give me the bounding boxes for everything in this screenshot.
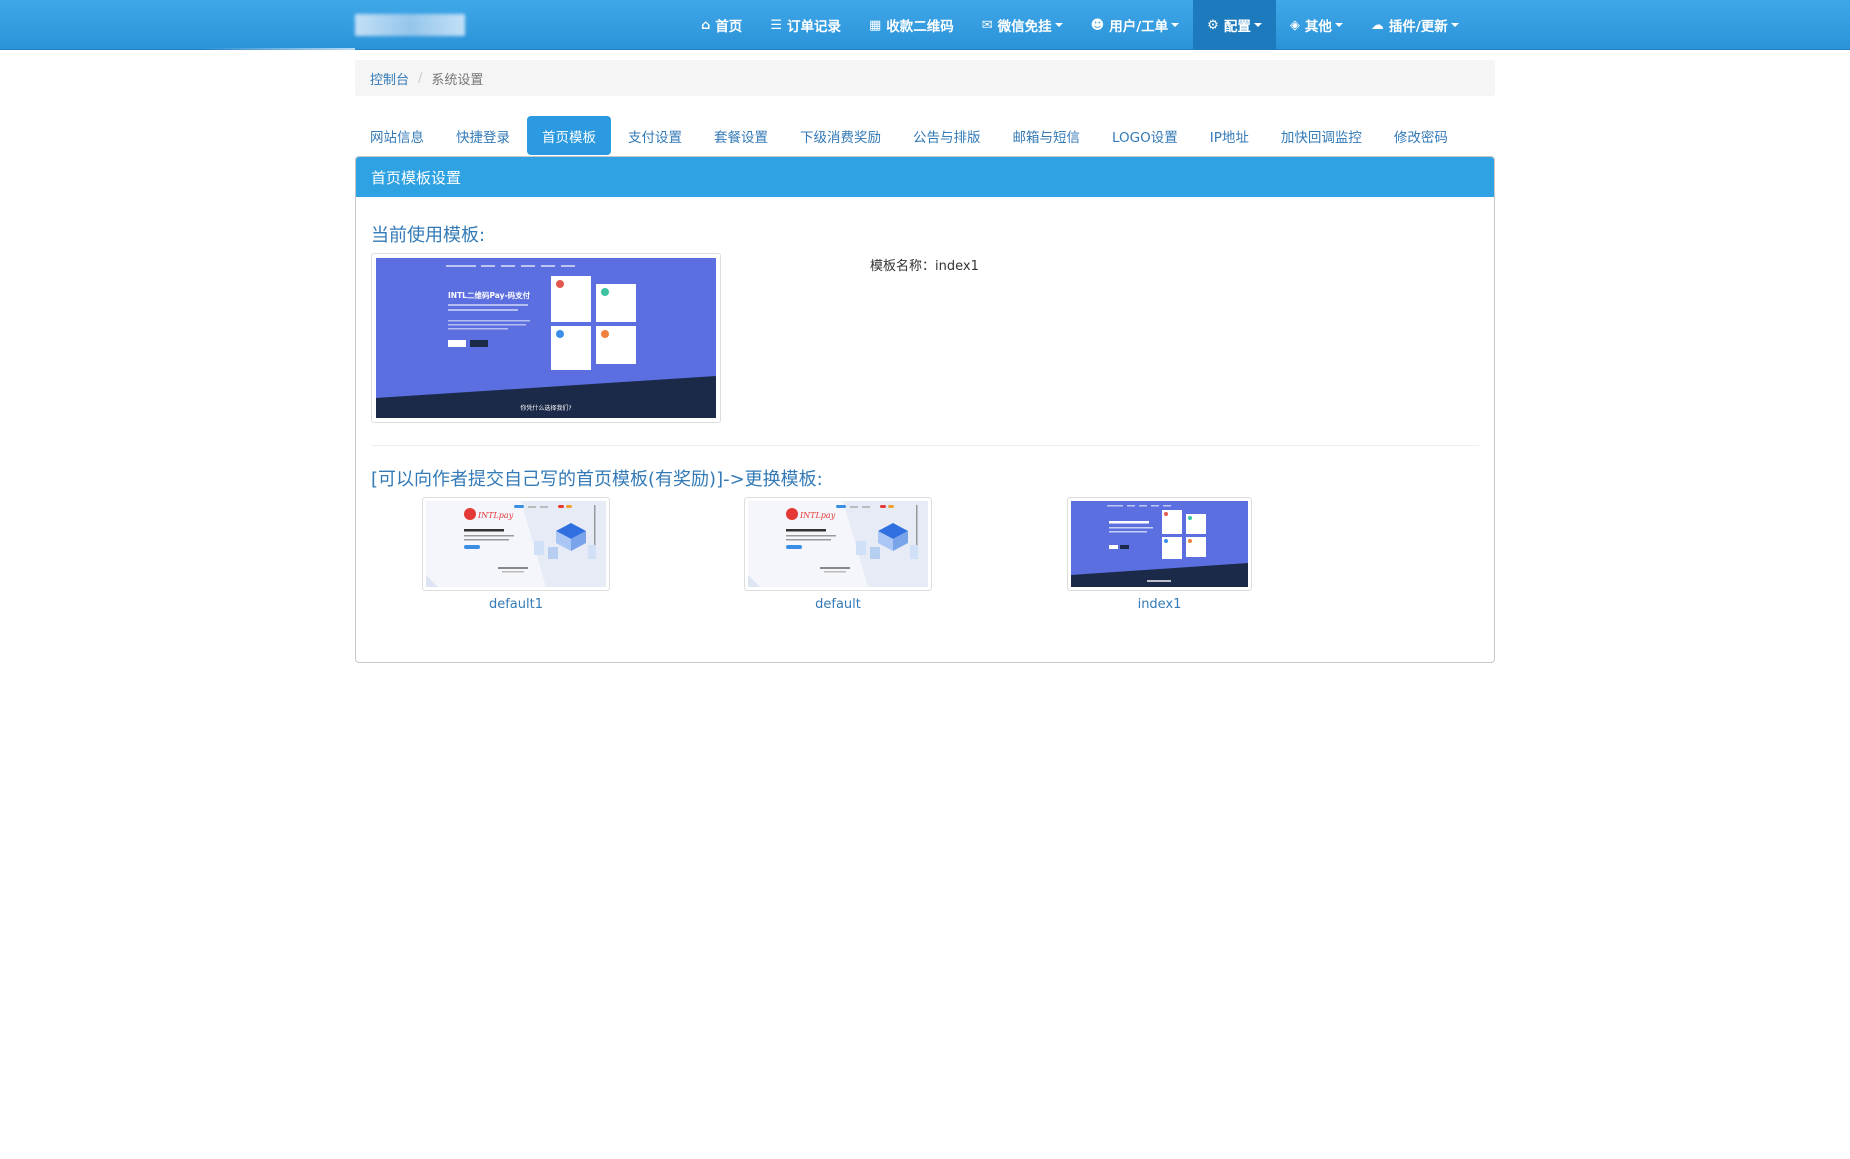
template-name-label: 模板名称：index1 bbox=[870, 259, 979, 274]
breadcrumb-current: 系统设置 bbox=[431, 72, 484, 88]
tab-2[interactable]: 首页模板 bbox=[527, 116, 611, 155]
home-icon: ⌂ bbox=[701, 17, 711, 33]
nav-item-label: 插件/更新 bbox=[1388, 19, 1448, 35]
tab-5[interactable]: 下级消费奖励 bbox=[785, 116, 896, 155]
nav-item-label: 用户/工单 bbox=[1109, 19, 1169, 35]
caret-down-icon bbox=[1171, 23, 1180, 27]
nav-item-label: 收款二维码 bbox=[886, 19, 954, 35]
nav-item-wechat[interactable]: ✉ 微信免挂 bbox=[968, 0, 1077, 50]
tab-11[interactable]: 修改密码 bbox=[1379, 116, 1463, 155]
list-icon: ☰ bbox=[770, 17, 782, 33]
index1-small-preview-image bbox=[1071, 501, 1248, 587]
current-template-preview: INTL二维码Pay-码支付 你凭什么选择我们? bbox=[371, 253, 721, 423]
tab-10[interactable]: 加快回调监控 bbox=[1266, 116, 1377, 155]
nav-item-label: 其他 bbox=[1304, 19, 1332, 35]
template-thumbnail[interactable] bbox=[1067, 497, 1252, 591]
template-label-index1[interactable]: index1 bbox=[1067, 597, 1252, 612]
tab-4[interactable]: 套餐设置 bbox=[699, 116, 783, 155]
template-thumbnail[interactable]: INTLpay bbox=[744, 497, 932, 591]
caret-down-icon bbox=[1334, 23, 1343, 27]
section-divider bbox=[371, 445, 1479, 446]
nav-item-label: 配置 bbox=[1223, 19, 1251, 35]
default-preview-image: INTLpay bbox=[748, 501, 928, 587]
nav-item-cube[interactable]: ◈ 其他 bbox=[1276, 0, 1357, 50]
settings-tabs: 网站信息 快捷登录 首页模板 支付设置 套餐设置 下级消费奖励 公告与排版 邮箱与短信 LOGO… bbox=[355, 116, 1465, 156]
template-thumbnail[interactable]: INTLpay bbox=[422, 497, 610, 591]
template-choice-default[interactable]: INTLpay default bbox=[744, 497, 932, 612]
template-choice-default1[interactable]: INTLpay default1 bbox=[422, 497, 610, 612]
panel-title: 首页模板设置 bbox=[356, 157, 1494, 197]
nav-item-label: 微信免挂 bbox=[997, 19, 1052, 35]
preview-brand: INTLpay bbox=[477, 511, 514, 520]
tab-0[interactable]: 网站信息 bbox=[355, 116, 439, 155]
template-label-default1[interactable]: default1 bbox=[422, 597, 610, 612]
change-template-heading: [可以向作者提交自己写的首页模板(有奖励)]->更换模板: bbox=[371, 469, 823, 490]
preview-brand: INTLpay bbox=[799, 511, 836, 520]
breadcrumb-home-link[interactable]: 控制台 bbox=[370, 69, 409, 88]
preview-footer-text: 你凭什么选择我们? bbox=[520, 404, 571, 412]
nav-item-gear[interactable]: ⚙ 配置 bbox=[1193, 0, 1276, 50]
wechat-icon: ✉ bbox=[981, 17, 993, 33]
gear-icon: ⚙ bbox=[1207, 17, 1219, 33]
nav-item-qrcode[interactable]: ▦ 收款二维码 bbox=[855, 0, 968, 50]
breadcrumb-separator: / bbox=[418, 70, 423, 86]
current-template-heading: 当前使用模板: bbox=[371, 225, 486, 246]
tab-7[interactable]: 邮箱与短信 bbox=[998, 116, 1096, 155]
nav-item-cloud[interactable]: ☁ 插件/更新 bbox=[1357, 0, 1473, 50]
navbar-highlight bbox=[200, 48, 355, 50]
top-navbar: ⌂ 首页 ☰ 订单记录 ▦ 收款二维码 ✉ 微信免挂 ☻ 用户/工单 ⚙ 配置 ◈ 其他 ☁ 插件/更新 bbox=[0, 0, 1850, 50]
tab-1[interactable]: 快捷登录 bbox=[441, 116, 525, 155]
preview-hero-title: INTL二维码Pay-码支付 bbox=[448, 290, 531, 300]
index1-preview-image: INTL二维码Pay-码支付 你凭什么选择我们? bbox=[376, 258, 716, 418]
site-logo[interactable] bbox=[355, 14, 465, 36]
tab-3[interactable]: 支付设置 bbox=[613, 116, 697, 155]
caret-down-icon bbox=[1054, 23, 1063, 27]
caret-down-icon bbox=[1450, 23, 1459, 27]
nav-item-user[interactable]: ☻ 用户/工单 bbox=[1077, 0, 1194, 50]
tab-9[interactable]: IP地址 bbox=[1195, 116, 1264, 155]
nav-item-label: 首页 bbox=[715, 19, 743, 35]
template-settings-panel: 首页模板设置 当前使用模板: INTL二维码Pay-码支付 你凭什么选择我们? … bbox=[355, 156, 1495, 663]
cube-icon: ◈ bbox=[1289, 17, 1300, 33]
template-label-default[interactable]: default bbox=[744, 597, 932, 612]
nav-item-list[interactable]: ☰ 订单记录 bbox=[756, 0, 855, 50]
nav-item-home[interactable]: ⌂ 首页 bbox=[687, 0, 756, 50]
tab-8[interactable]: LOGO设置 bbox=[1097, 116, 1193, 155]
user-icon: ☻ bbox=[1090, 17, 1105, 33]
tab-6[interactable]: 公告与排版 bbox=[898, 116, 996, 155]
panel-body: 当前使用模板: INTL二维码Pay-码支付 你凭什么选择我们? 模板名称：in… bbox=[356, 197, 1494, 662]
qrcode-icon: ▦ bbox=[868, 17, 882, 33]
nav-item-label: 订单记录 bbox=[786, 19, 841, 35]
cloud-icon: ☁ bbox=[1370, 17, 1384, 33]
template-choice-index1[interactable]: index1 bbox=[1067, 497, 1252, 612]
main-nav: ⌂ 首页 ☰ 订单记录 ▦ 收款二维码 ✉ 微信免挂 ☻ 用户/工单 ⚙ 配置 ◈ 其他 ☁ 插件/更新 bbox=[687, 0, 1473, 50]
caret-down-icon bbox=[1253, 23, 1262, 27]
default1-preview-image: INTLpay bbox=[426, 501, 606, 587]
breadcrumb: 控制台 / 系统设置 bbox=[355, 60, 1495, 96]
